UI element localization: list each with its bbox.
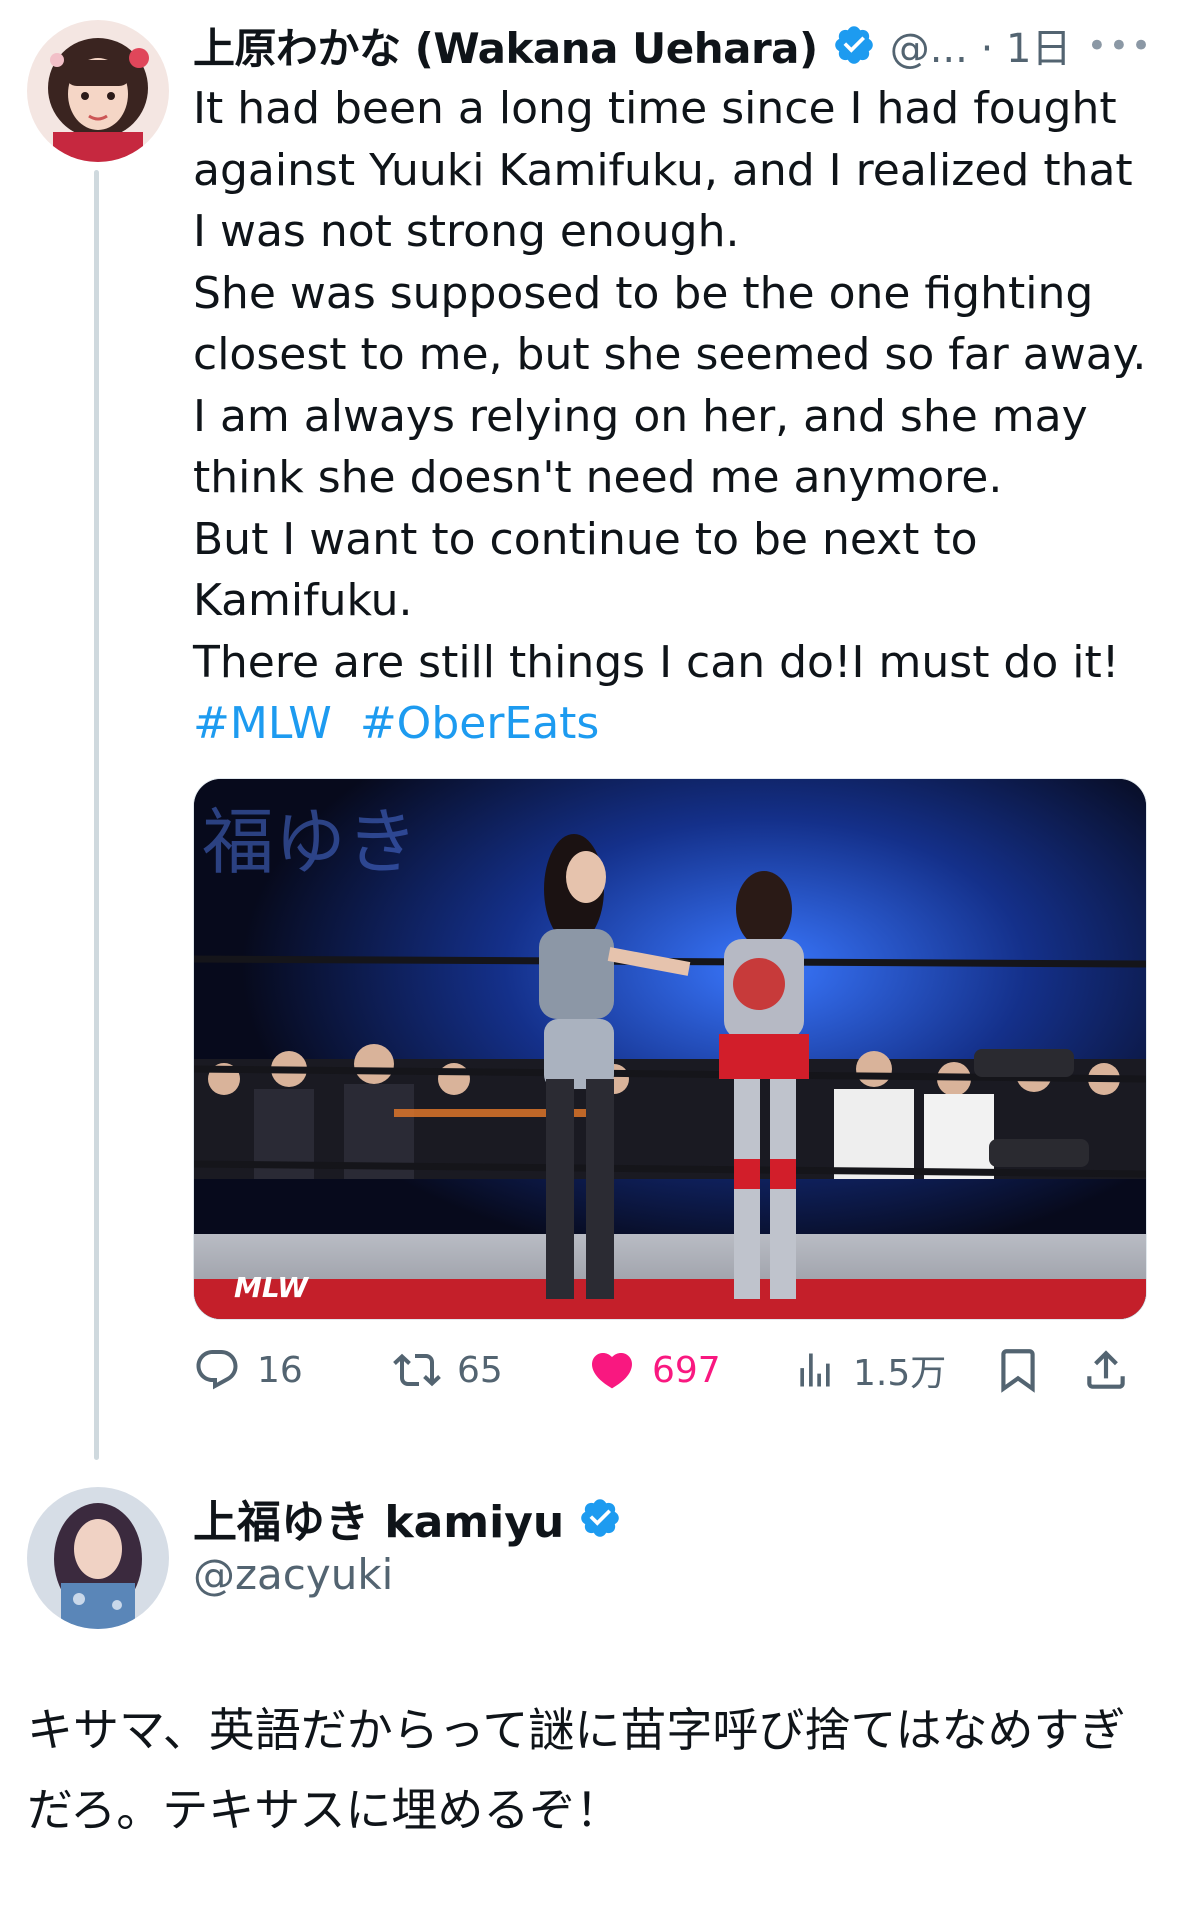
wrestling-ring-photo: 福ゆき MLW (194, 779, 1146, 1319)
author-name[interactable]: 上原わかな (Wakana Uehara) (193, 15, 818, 76)
ring-logo: MLW (234, 1271, 309, 1304)
avatar-image (27, 1487, 169, 1629)
reply-icon (196, 1350, 238, 1390)
reply-button[interactable]: 16 (193, 1340, 303, 1400)
reply-author-handle[interactable]: @zacyuki (193, 1550, 393, 1599)
heart-icon (591, 1353, 633, 1389)
reply-author-header: 上福ゆき kamiyu (193, 1488, 622, 1548)
reply-text: キサマ、英語だからって謎に苗字呼び捨てはなめすぎだろ。テキサスに埋めるぞ！ (27, 1703, 1126, 1837)
retweet-count: 65 (457, 1349, 503, 1391)
hashtags: #MLW #OberEats (193, 693, 613, 755)
banner-text: 福ゆき (202, 800, 418, 884)
verified-badge-icon (834, 26, 873, 64)
bookmark-button[interactable] (993, 1340, 1059, 1400)
tweet-media-image[interactable]: 福ゆき MLW (193, 778, 1147, 1320)
tweet-text: It had been a long time since I had foug… (193, 83, 1147, 688)
author-avatar[interactable] (27, 20, 169, 162)
share-button[interactable] (1081, 1340, 1147, 1400)
handle-and-time[interactable]: @... · 1日 (890, 16, 1072, 74)
tweet-header: 上原わかな (Wakana Uehara) @... · 1日 ••• (193, 14, 1153, 76)
share-icon (1087, 1350, 1125, 1389)
reply-author-avatar[interactable] (27, 1487, 169, 1629)
retweet-button[interactable]: 65 (393, 1340, 503, 1400)
reply-author-name[interactable]: 上福ゆき kamiyu (193, 1486, 564, 1550)
verified-badge-icon (581, 1499, 620, 1537)
avatar-image (27, 20, 169, 162)
hashtag-link[interactable]: #OberEats (360, 698, 600, 749)
thread-line (94, 170, 99, 1460)
like-button[interactable]: 697 (588, 1340, 721, 1400)
views-button[interactable]: 1.5万 (793, 1340, 946, 1400)
views-chart-icon (800, 1353, 830, 1387)
hashtag-link[interactable]: #MLW (193, 698, 332, 749)
like-count: 697 (652, 1349, 721, 1391)
view-count: 1.5万 (853, 1353, 947, 1394)
tweet-actions: 16 65 697 1.5万 (193, 1340, 1153, 1400)
bookmark-icon (1001, 1349, 1035, 1393)
retweet-icon (393, 1353, 441, 1387)
more-options-icon[interactable]: ••• (1087, 26, 1153, 66)
reply-count: 16 (257, 1349, 303, 1391)
